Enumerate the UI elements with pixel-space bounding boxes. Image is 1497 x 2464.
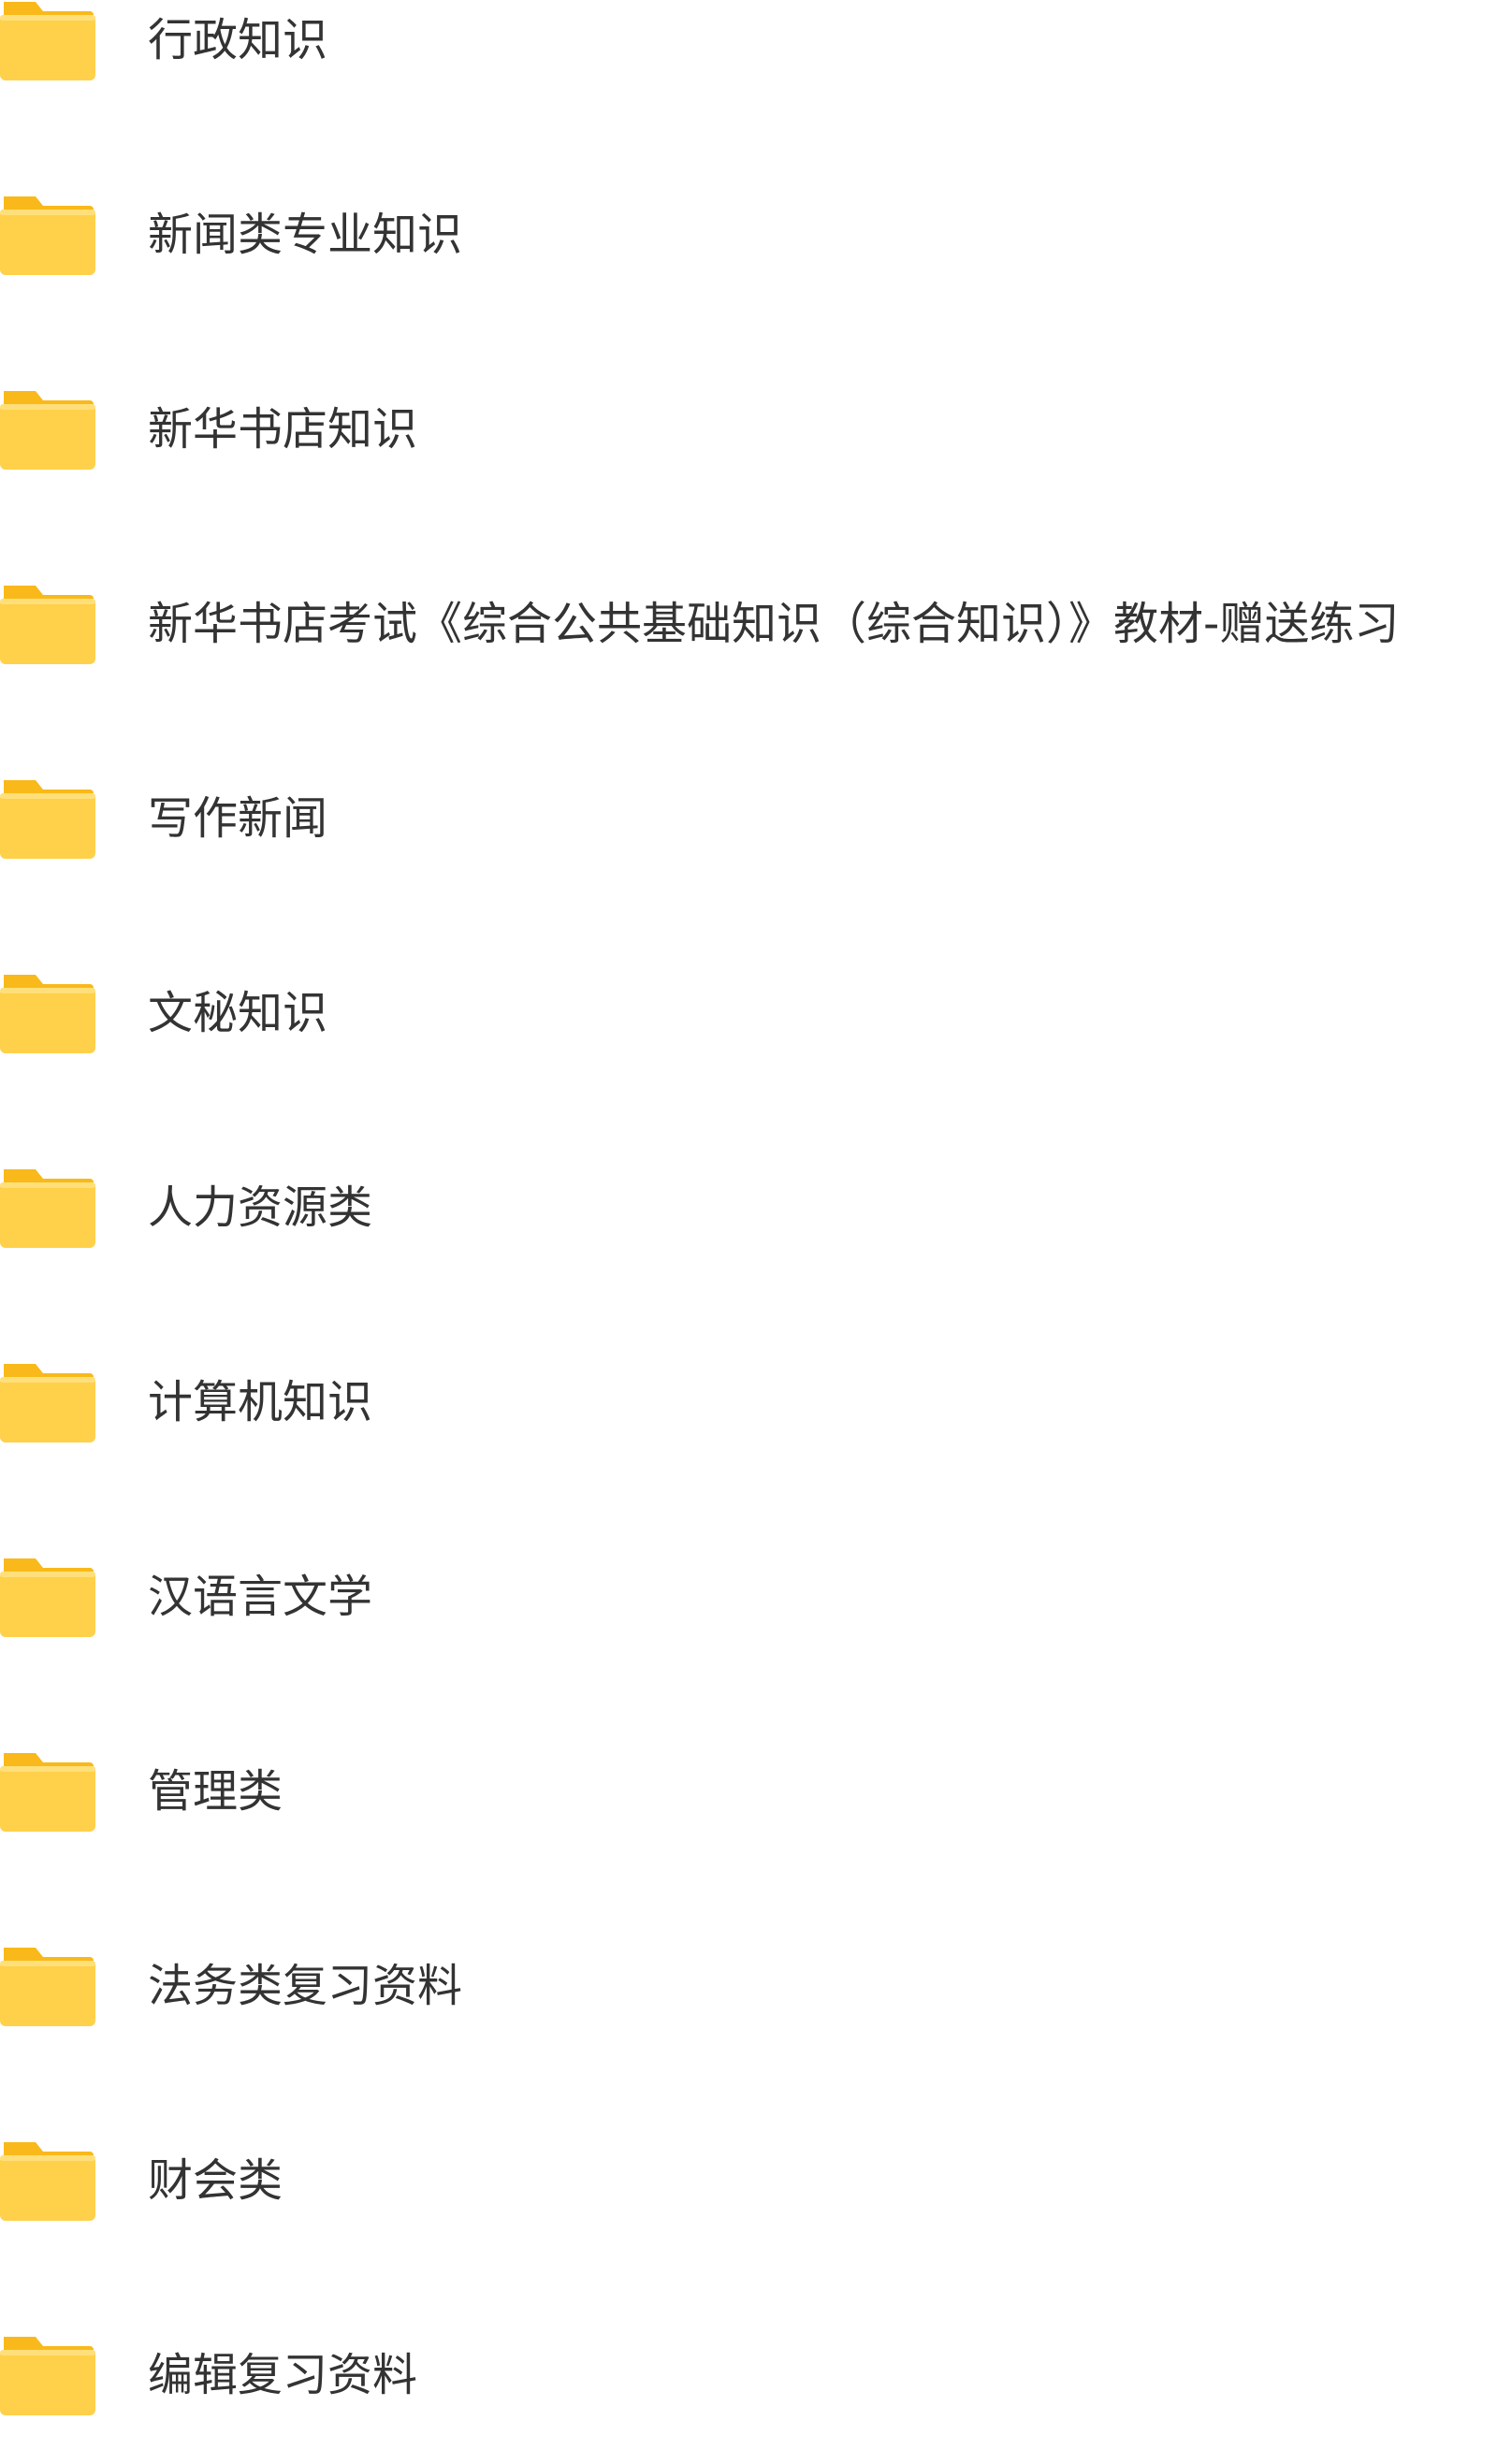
folder-icon: [0, 586, 95, 664]
folder-item[interactable]: 人力资源类: [0, 1166, 1497, 1297]
folder-name: 汉语言文学: [148, 1571, 373, 1623]
folder-item[interactable]: 新华书店考试《综合公共基础知识（综合知识）》教材-赠送练习: [0, 582, 1497, 713]
folder-name: 编辑复习资料: [148, 2349, 418, 2401]
folder-icon: [0, 780, 95, 859]
folder-name: 管理类: [148, 1765, 283, 1818]
folder-icon: [0, 2, 95, 80]
folder-icon: [0, 391, 95, 470]
folder-icon: [0, 1753, 95, 1832]
folder-name: 法务类复习资料: [148, 1960, 463, 2012]
folder-name: 计算机知识: [148, 1376, 373, 1428]
folder-item[interactable]: 新华书店知识: [0, 387, 1497, 518]
folder-icon: [0, 196, 95, 275]
folder-name: 财会类: [148, 2154, 283, 2207]
folder-name: 文秘知识: [148, 987, 328, 1039]
folder-icon: [0, 1948, 95, 2026]
folder-item[interactable]: 行政知识: [0, 0, 1497, 129]
folder-name: 人力资源类: [148, 1181, 373, 1234]
folder-item[interactable]: 新闻类专业知识: [0, 193, 1497, 324]
folder-item[interactable]: 计算机知识: [0, 1360, 1497, 1491]
folder-item[interactable]: 财会类: [0, 2138, 1497, 2269]
folder-icon: [0, 2337, 95, 2415]
folder-item[interactable]: 法务类复习资料: [0, 1944, 1497, 2075]
folder-icon: [0, 2142, 95, 2221]
folder-item[interactable]: 文秘知识: [0, 971, 1497, 1102]
folder-icon: [0, 975, 95, 1053]
folder-list: 行政知识 新闻类专业知识 新华书店知识 新华书店考试《综合公共基础知识（综合知识…: [0, 0, 1497, 2460]
folder-name: 新华书店考试《综合公共基础知识（综合知识）》教材-赠送练习: [148, 598, 1400, 650]
folder-name: 行政知识: [148, 14, 328, 66]
folder-name: 新华书店知识: [148, 403, 418, 456]
folder-icon: [0, 1558, 95, 1637]
folder-name: 新闻类专业知识: [148, 209, 463, 261]
folder-icon: [0, 1169, 95, 1248]
folder-item[interactable]: 编辑复习资料: [0, 2333, 1497, 2464]
folder-item[interactable]: 汉语言文学: [0, 1555, 1497, 1686]
folder-name: 写作新闻: [148, 792, 328, 845]
folder-item[interactable]: 管理类: [0, 1749, 1497, 1880]
folder-icon: [0, 1364, 95, 1442]
folder-item[interactable]: 写作新闻: [0, 776, 1497, 907]
